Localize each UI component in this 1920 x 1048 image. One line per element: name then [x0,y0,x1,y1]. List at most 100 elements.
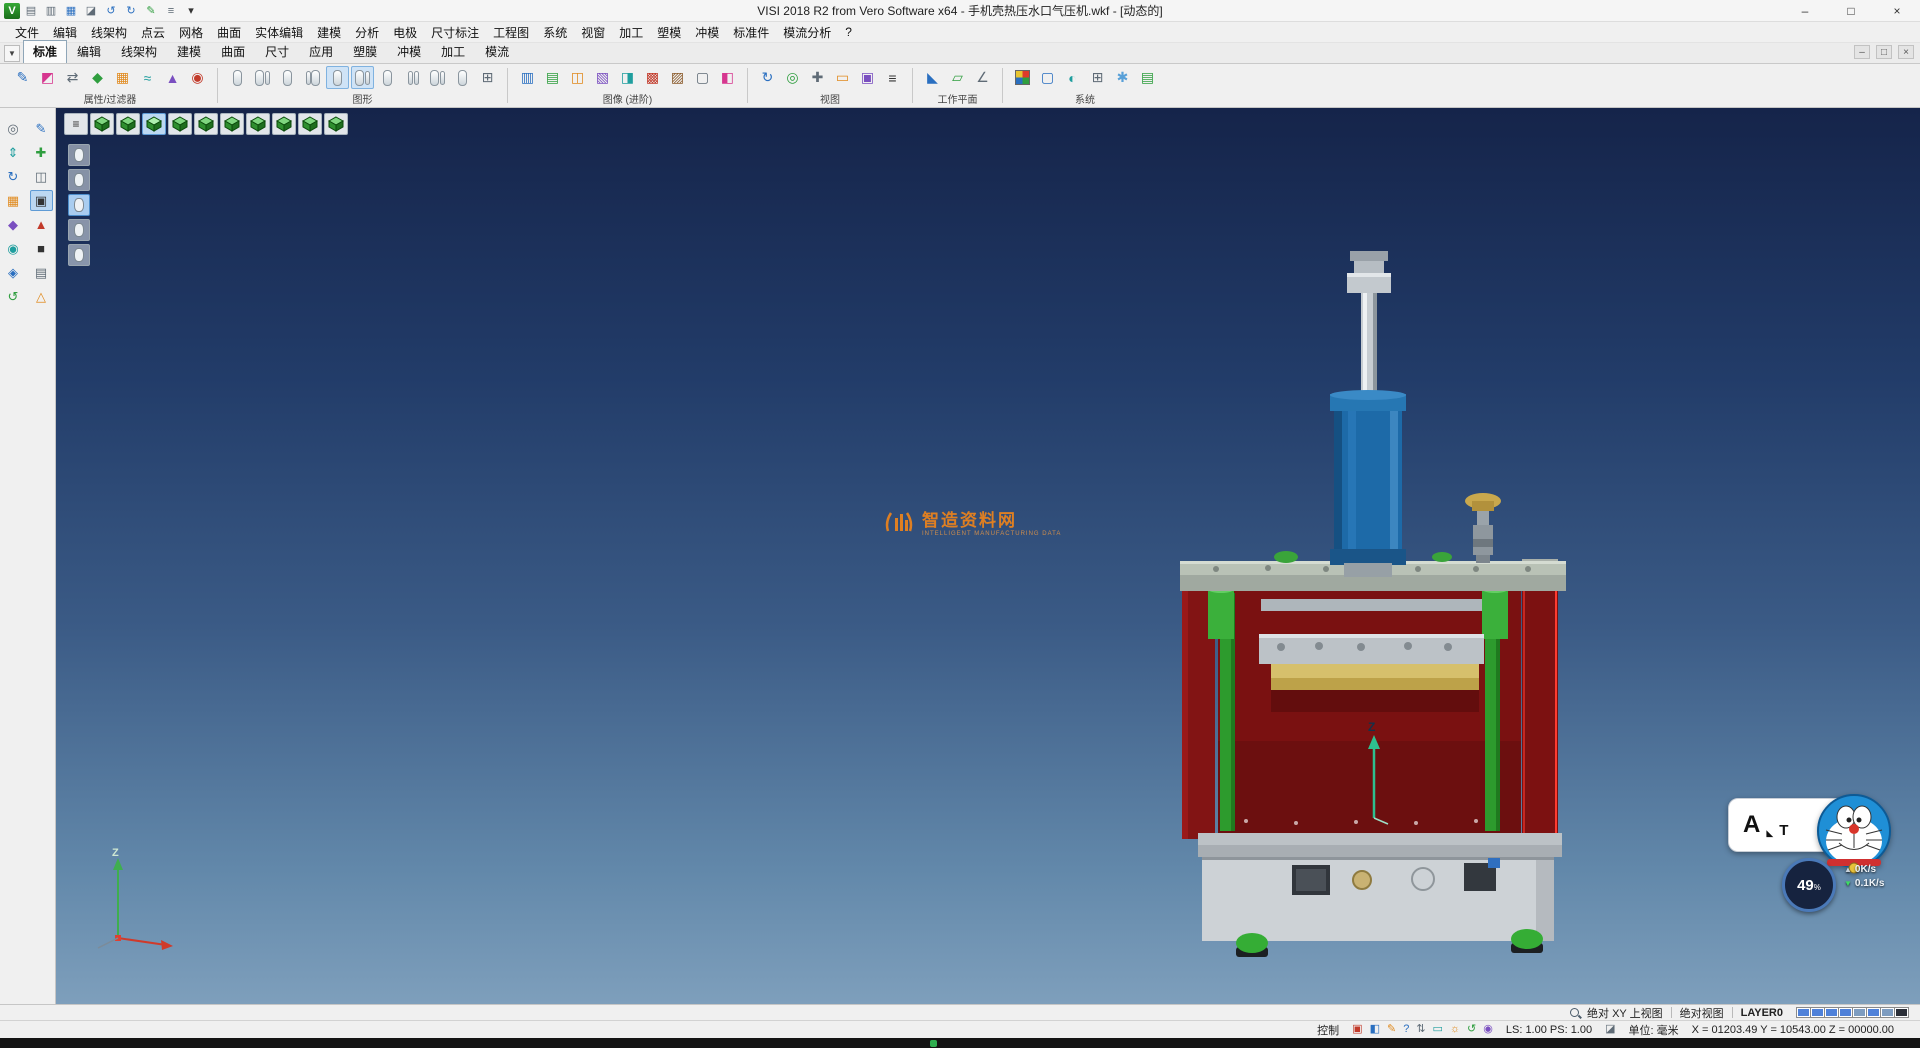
color-swatch[interactable] [1895,1008,1908,1017]
swap-attributes-icon[interactable]: ⇄ [61,66,84,89]
absolute-view-label[interactable]: 绝对视图 [1680,1005,1724,1021]
menu-item-window[interactable]: 视窗 [574,22,612,43]
color-swatch[interactable] [1797,1008,1810,1017]
graphics-style-icon[interactable] [451,66,474,89]
attribute-pencil-icon[interactable]: ✎ [11,66,34,89]
filter-surface-icon[interactable] [68,169,90,191]
workplane-angle-icon[interactable]: ∠ [971,66,994,89]
split-tool-icon[interactable]: ◫ [30,166,53,187]
new-file-icon[interactable]: ▤ [22,3,40,19]
color-swatch[interactable] [1839,1008,1852,1017]
tab-edit[interactable]: 编辑 [67,40,111,63]
view-cube-icon[interactable] [116,113,140,135]
workplane-corner-icon[interactable]: ◣ [921,66,944,89]
graphics-style-icon[interactable] [301,66,324,89]
wireframe-box-icon[interactable]: ▢ [691,66,714,89]
filter-curve-icon[interactable] [68,219,90,241]
tab-standard[interactable]: 标准 [23,40,67,63]
target-tool-icon[interactable]: ◉ [2,238,25,259]
display-mode-icon[interactable]: ◧ [1370,1024,1380,1035]
iso-view-icon[interactable]: ▣ [856,66,879,89]
block-tool-icon[interactable]: ■ [30,238,53,259]
shading-icon[interactable]: ▥ [516,66,539,89]
solid-tool-icon[interactable]: ▣ [30,190,53,211]
assistant-widget[interactable]: A ◣ T 49% ▲0K/s [1722,794,1918,916]
redo-icon[interactable]: ↻ [122,3,140,19]
close-button[interactable]: × [1874,0,1920,21]
rotate-view-icon[interactable]: ↻ [756,66,779,89]
target-filter-icon[interactable]: ◉ [186,66,209,89]
taskbar-app-icon[interactable] [930,1040,937,1047]
minimize-button[interactable]: – [1782,0,1828,21]
color-swatch[interactable] [1825,1008,1838,1017]
tab-machining[interactable]: 加工 [431,40,475,63]
list-icon[interactable]: ≡ [162,3,180,19]
graphics-style-icon[interactable] [276,66,299,89]
refresh-status-icon[interactable]: ↺ [1467,1024,1476,1035]
halfshade-icon[interactable]: ◨ [616,66,639,89]
view-cube-icon[interactable] [194,113,218,135]
graphics-style-icon[interactable] [426,66,449,89]
color-swatch[interactable] [1811,1008,1824,1017]
prism-tool-icon[interactable]: △ [30,286,53,307]
menu-item-machining[interactable]: 加工 [612,22,650,43]
zoom-tool-icon[interactable]: ◎ [2,118,25,139]
view-mode-label[interactable]: 绝对 XY 上视图 [1587,1005,1663,1021]
sketch-tool-icon[interactable]: ✎ [30,118,53,139]
zoom-window-icon[interactable]: ▭ [831,66,854,89]
view-cube-icon[interactable] [324,113,348,135]
help-status-icon[interactable]: ? [1403,1024,1409,1035]
menu-item-help[interactable]: ? [838,23,859,41]
tab-dimension[interactable]: 尺寸 [255,40,299,63]
tab-mold[interactable]: 塑膜 [343,40,387,63]
pan-icon[interactable]: ✚ [806,66,829,89]
3d-viewport[interactable]: ≡ [56,108,1920,1004]
add-tool-icon[interactable]: ✚ [30,142,53,163]
gem-tool-icon[interactable]: ◈ [2,262,25,283]
graphics-settings-icon[interactable]: ⊞ [476,66,499,89]
report-icon[interactable]: ▤ [1136,66,1159,89]
doc-restore-button[interactable]: □ [1876,45,1892,59]
doraemon-icon[interactable] [1814,790,1894,874]
tab-flow[interactable]: 模流 [475,40,519,63]
menu-item-die[interactable]: 冲模 [688,22,726,43]
texture-icon[interactable]: ◫ [566,66,589,89]
color-palette-icon[interactable] [1011,66,1034,89]
doc-minimize-button[interactable]: – [1854,45,1870,59]
open-file-icon[interactable]: ▥ [42,3,60,19]
section-icon[interactable]: ◧ [716,66,739,89]
filter-solid-icon[interactable] [68,144,90,166]
mesh-tool-icon[interactable]: ▦ [2,190,25,211]
print-icon[interactable]: ◪ [82,3,100,19]
render-icon[interactable]: ▤ [541,66,564,89]
filter-body-icon[interactable] [68,194,90,216]
wave-filter-icon[interactable]: ≈ [136,66,159,89]
swap-status-icon[interactable]: ⇅ [1416,1024,1425,1035]
view-cube-icon[interactable] [246,113,270,135]
graphics-style-icon[interactable] [376,66,399,89]
graphics-style-icon[interactable] [226,66,249,89]
triangle-tool-icon[interactable]: ▲ [30,214,53,235]
monitor-status-icon[interactable]: ▭ [1433,1024,1443,1035]
layer-filter-icon[interactable]: ◆ [86,66,109,89]
tab-wireframe[interactable]: 线架构 [111,40,167,63]
view-cube-icon[interactable] [90,113,114,135]
notes-tool-icon[interactable]: ▤ [30,262,53,283]
speed-ball[interactable]: 49% [1782,858,1836,912]
record-status-icon[interactable]: ◉ [1483,1024,1493,1035]
maximize-button[interactable]: □ [1828,0,1874,21]
grid-filter-icon[interactable]: ▦ [111,66,134,89]
view-list-icon[interactable]: ≡ [881,66,904,89]
undo-tool-icon[interactable]: ↺ [2,286,25,307]
zoom-fit-icon[interactable]: ◎ [781,66,804,89]
tab-surface[interactable]: 曲面 [211,40,255,63]
menu-item-standard-parts[interactable]: 标准件 [726,22,776,43]
backhatch-icon[interactable]: ▨ [666,66,689,89]
graphics-style-icon[interactable] [251,66,274,89]
snowflake-icon[interactable]: ✱ [1111,66,1134,89]
printer-status-icon[interactable]: ◪ [1605,1024,1615,1035]
edit-mode-icon[interactable]: ✎ [1387,1024,1396,1035]
zoom-status-icon[interactable] [1570,1008,1579,1017]
menu-item-mold[interactable]: 塑模 [650,22,688,43]
rotate-tool-icon[interactable]: ↻ [2,166,25,187]
